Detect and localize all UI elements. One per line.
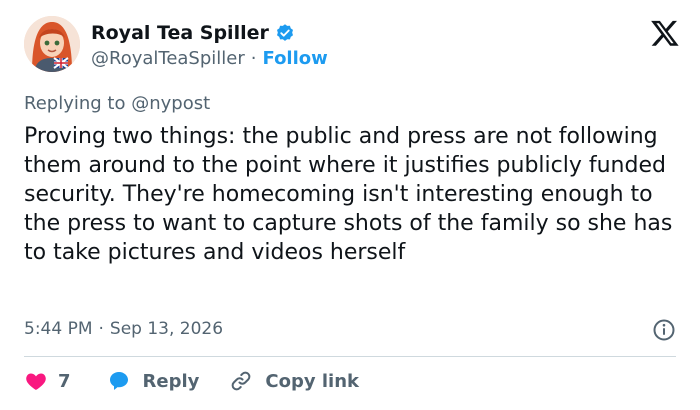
verified-badge-icon bbox=[276, 24, 293, 41]
link-icon bbox=[232, 371, 251, 391]
reply-label: Reply bbox=[142, 370, 200, 392]
author-display-name[interactable]: Royal Tea Spiller bbox=[91, 22, 269, 44]
heart-icon bbox=[26, 373, 46, 390]
info-icon[interactable] bbox=[652, 318, 676, 342]
x-logo-icon[interactable] bbox=[650, 18, 680, 48]
reply-button[interactable]: Reply bbox=[107, 369, 200, 393]
tweet-timestamp[interactable]: 5:44 PM · Sep 13, 2026 bbox=[24, 319, 223, 339]
action-bar: 7 Reply Copy link bbox=[24, 369, 359, 393]
copy-link-label: Copy link bbox=[265, 370, 359, 392]
handle-separator: · bbox=[250, 48, 257, 69]
avatar[interactable] bbox=[24, 16, 80, 72]
author-name-row: Royal Tea Spiller bbox=[91, 22, 295, 44]
avatar-illustration bbox=[24, 16, 80, 72]
reply-context: Replying to @nypost bbox=[24, 93, 210, 114]
reply-mention-link[interactable]: @nypost bbox=[131, 93, 210, 114]
author-handle[interactable]: @RoyalTeaSpiller bbox=[91, 48, 245, 69]
like-button[interactable]: 7 bbox=[24, 369, 71, 393]
tweet-card: Royal Tea Spiller @RoyalTeaSpiller · Fol… bbox=[0, 0, 700, 410]
tweet-time: 5:44 PM bbox=[24, 319, 93, 339]
tweet-date: Sep 13, 2026 bbox=[109, 319, 224, 339]
divider bbox=[24, 356, 676, 357]
reply-bubble-icon bbox=[109, 372, 128, 390]
tweet-text: Proving two things: the public and press… bbox=[24, 124, 673, 265]
reply-context-prefix: Replying to bbox=[24, 93, 126, 114]
copy-link-button[interactable]: Copy link bbox=[229, 369, 359, 393]
timestamp-separator: · bbox=[98, 319, 104, 339]
follow-button[interactable]: Follow bbox=[263, 48, 328, 69]
author-handle-row: @RoyalTeaSpiller · Follow bbox=[91, 48, 328, 69]
like-count: 7 bbox=[58, 370, 71, 392]
